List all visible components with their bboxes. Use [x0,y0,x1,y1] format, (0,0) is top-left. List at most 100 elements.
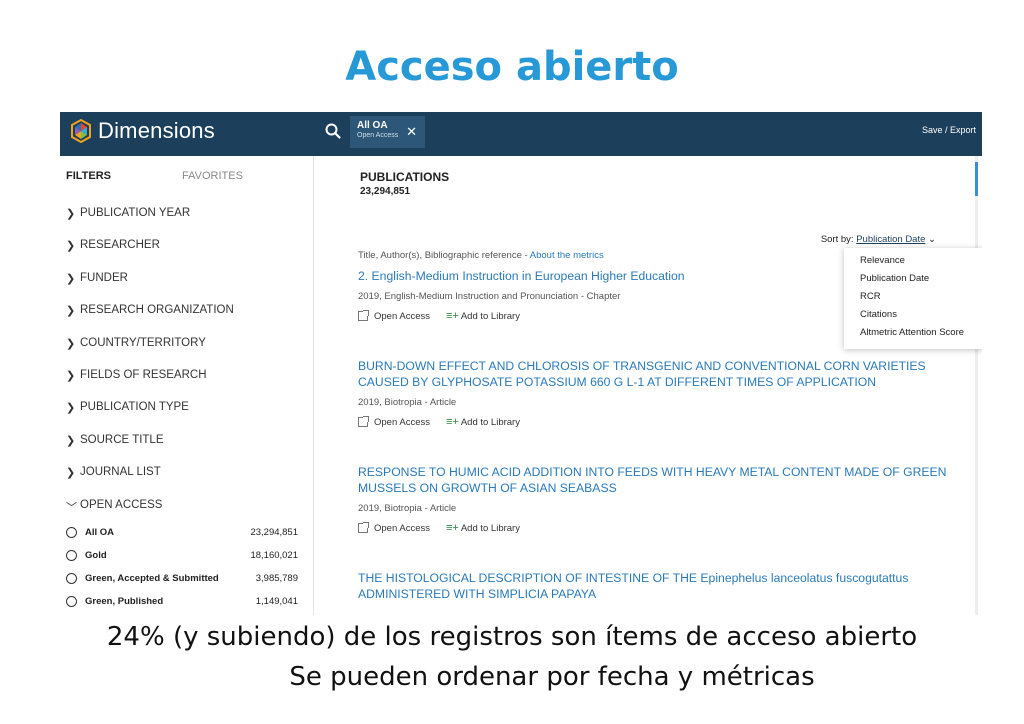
filter-label: PUBLICATION YEAR [80,207,191,219]
chevron-right-icon: ❯ [66,272,76,285]
oa-option-label: Green, Accepted & Submitted [85,573,219,584]
open-access-link[interactable]: Open Access [374,311,430,322]
radio-button[interactable] [66,527,77,538]
sort-control[interactable]: Sort by: Publication Date ⌄ [821,234,936,245]
filter-publication-year[interactable]: ❯ PUBLICATION YEAR [66,207,306,239]
chevron-down-icon: ﹀ [66,501,77,514]
result-item: RESPONSE TO HUMIC ACID ADDITION INTO FEE… [358,464,948,534]
filter-source-title[interactable]: ❯ SOURCE TITLE [66,434,306,466]
filter-label: OPEN ACCESS [80,498,163,511]
scrollbar-thumb[interactable] [975,162,978,196]
sort-dropdown-menu: Relevance Publication Date RCR Citations… [844,248,982,349]
sort-option-publication-date[interactable]: Publication Date [860,270,982,288]
filter-label: JOURNAL LIST [80,466,161,479]
publications-count: 23,294,851 [360,186,411,197]
filter-researcher[interactable]: ❯ RESEARCHER [66,239,306,271]
chevron-right-icon: ❯ [66,305,76,318]
chevron-right-icon: ❯ [66,208,76,220]
dimensions-logo[interactable]: Dimensions [68,118,215,144]
sort-label: Sort by: [820,234,854,245]
filter-label: RESEARCH ORGANIZATION [80,304,234,317]
open-access-link[interactable]: Open Access [374,417,430,428]
filter-journal-list[interactable]: ❯ JOURNAL LIST [66,466,306,498]
tab-filters[interactable]: FILTERS [66,170,111,182]
sort-option-relevance[interactable]: Relevance [860,252,982,270]
dimensions-screenshot: Dimensions All OA Open Access ✕ Save / E… [60,112,982,615]
radio-button[interactable] [66,573,77,584]
oa-option-green-accepted[interactable]: Green, Accepted & Submitted 3,985,789 [66,567,298,590]
oa-option-green-published[interactable]: Green, Published 1,149,041 [66,590,298,613]
result-source: 2019, Biotropia - Article [358,397,457,408]
chevron-down-icon: ⌄ [928,234,936,245]
open-access-icon [358,310,369,321]
open-access-icon [358,522,369,533]
caption-sorting: Se pueden ordenar por fecha y métricas [289,662,815,692]
oa-option-count: 18,160,021 [250,550,298,561]
add-to-library-button[interactable]: Add to Library [461,417,520,428]
metrics-info-line: Title, Author(s), Bibliographic referenc… [358,250,604,261]
sort-option-citations[interactable]: Citations [860,306,982,324]
filter-label: PUBLICATION TYPE [80,401,189,414]
dimensions-logo-icon [71,118,91,144]
results-panel: PUBLICATIONS 23,294,851 Sort by: Publica… [314,156,982,615]
filter-label: FIELDS OF RESEARCH [80,368,207,381]
result-actions: Open Access ≡+ Add to Library [358,416,948,428]
result-actions: Open Access ≡+ Add to Library [358,522,948,534]
about-metrics-link[interactable]: About the metrics [530,250,604,261]
active-filter-chip[interactable]: All OA Open Access ✕ [350,116,425,148]
chevron-right-icon: ❯ [66,337,76,350]
chevron-right-icon: ❯ [66,240,76,253]
result-title[interactable]: THE HISTOLOGICAL DESCRIPTION OF INTESTIN… [358,570,948,602]
caption-open-access-share: 24% (y subiendo) de los registros son ít… [106,622,918,652]
filter-fields-of-research[interactable]: ❯ FIELDS OF RESEARCH [66,369,306,401]
filters-sidebar: FILTERS FAVORITES ❯ PUBLICATION YEAR ❯ R… [60,156,314,615]
radio-button[interactable] [66,550,77,561]
filter-publication-type[interactable]: ❯ PUBLICATION TYPE [66,401,306,433]
filter-country-territory[interactable]: ❯ COUNTRY/TERRITORY [66,337,306,369]
open-access-icon [358,416,369,427]
close-icon[interactable]: ✕ [406,124,417,140]
sort-option-altmetric[interactable]: Altmetric Attention Score [860,324,982,342]
open-access-link[interactable]: Open Access [374,523,430,534]
result-item: THE HISTOLOGICAL DESCRIPTION OF INTESTIN… [358,570,948,602]
publications-heading: PUBLICATIONS [360,170,450,184]
result-source: 2019, Biotropia - Article [358,503,457,514]
slide-title: Acceso abierto [345,44,679,90]
filter-label: FUNDER [80,271,128,284]
oa-option-count: 1,149,041 [255,596,298,607]
metrics-info-text: Title, Author(s), Bibliographic referenc… [358,250,530,261]
tab-favorites[interactable]: FAVORITES [182,170,243,182]
oa-option-count: 23,294,851 [250,527,298,538]
oa-option-label: All OA [85,527,115,538]
open-access-options: All OA 23,294,851 Gold 18,160,021 Green,… [66,521,298,613]
logo-text: Dimensions [98,118,215,143]
sort-option-rcr[interactable]: RCR [860,288,982,306]
chevron-right-icon: ❯ [66,369,76,382]
result-title[interactable]: BURN-DOWN EFFECT AND CHLOROSIS OF TRANSG… [358,358,948,390]
filter-label: SOURCE TITLE [80,433,164,446]
scrollbar-track[interactable] [975,156,978,615]
filter-label: COUNTRY/TERRITORY [80,336,206,349]
search-icon[interactable] [324,122,342,140]
chevron-right-icon: ❯ [66,434,76,447]
oa-option-label: Green, Published [85,596,164,607]
sort-value[interactable]: Publication Date [856,234,925,245]
chevron-right-icon: ❯ [66,402,76,415]
add-to-library-button[interactable]: Add to Library [461,523,520,534]
add-to-library-icon: ≡+ [445,310,459,322]
add-to-library-icon: ≡+ [445,522,459,534]
filter-research-organization[interactable]: ❯ RESEARCH ORGANIZATION [66,304,306,336]
result-item: BURN-DOWN EFFECT AND CHLOROSIS OF TRANSG… [358,358,948,428]
filter-label: RESEARCHER [80,239,160,252]
oa-option-all-oa[interactable]: All OA 23,294,851 [66,521,298,544]
result-title[interactable]: RESPONSE TO HUMIC ACID ADDITION INTO FEE… [358,464,948,496]
oa-option-gold[interactable]: Gold 18,160,021 [66,544,298,567]
add-to-library-icon: ≡+ [445,416,459,428]
top-bar: Dimensions All OA Open Access ✕ Save / E… [60,112,982,156]
filter-list: ❯ PUBLICATION YEAR ❯ RESEARCHER ❯ FUNDER… [66,207,306,531]
filter-funder[interactable]: ❯ FUNDER [66,272,306,304]
save-export-button[interactable]: Save / Export [922,125,976,135]
chevron-right-icon: ❯ [66,467,76,480]
radio-button[interactable] [66,596,77,607]
add-to-library-button[interactable]: Add to Library [461,311,520,322]
